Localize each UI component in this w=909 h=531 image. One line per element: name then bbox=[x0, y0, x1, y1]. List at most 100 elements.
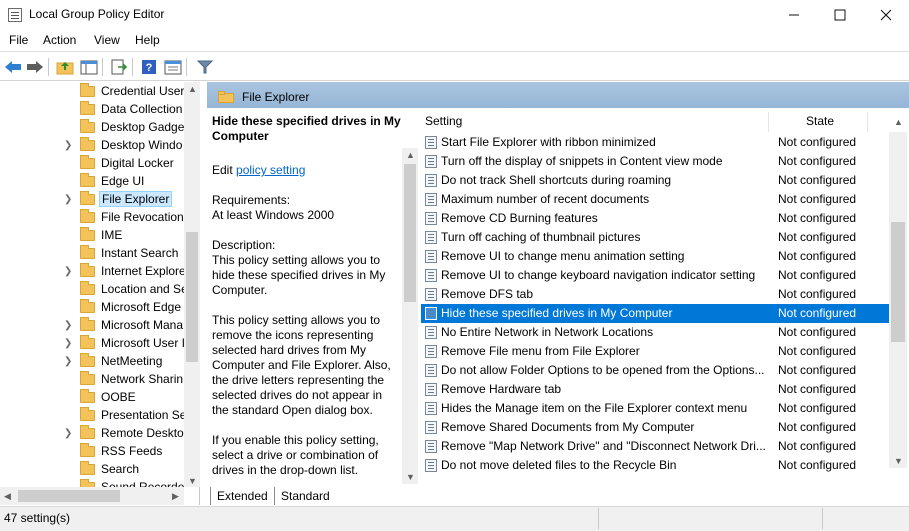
tree-item-label: Digital Locker bbox=[101, 156, 174, 170]
tree-item[interactable]: Desktop Gadget bbox=[0, 119, 184, 137]
tree-item[interactable]: Data Collection bbox=[0, 101, 184, 119]
tree-item[interactable]: ❯ Remote Desktop bbox=[0, 425, 184, 443]
tree-item[interactable]: ❯ Internet Explore bbox=[0, 263, 184, 281]
tree-item[interactable]: ❯ Microsoft User I bbox=[0, 335, 184, 353]
setting-name: Hide these specified drives in My Comput… bbox=[441, 306, 673, 320]
scroll-up-icon[interactable]: ▲ bbox=[894, 117, 903, 127]
scroll-up-icon[interactable]: ▲ bbox=[188, 84, 197, 94]
close-button[interactable] bbox=[863, 0, 909, 30]
tree-item-label: IME bbox=[101, 228, 123, 242]
scroll-down-icon[interactable]: ▼ bbox=[188, 476, 197, 486]
chevron-right-icon[interactable]: ❯ bbox=[64, 338, 72, 349]
table-row[interactable]: Do not track Shell shortcuts during roam… bbox=[421, 171, 889, 190]
description-scroll-thumb[interactable] bbox=[404, 164, 416, 302]
filter-icon bbox=[197, 60, 213, 74]
table-row[interactable]: Start File Explorer with ribbon minimize… bbox=[421, 133, 889, 152]
forward-button[interactable] bbox=[25, 57, 45, 77]
folder-icon bbox=[80, 371, 95, 385]
tree-item[interactable]: Credential User bbox=[0, 83, 184, 101]
folder-icon bbox=[80, 335, 95, 349]
table-row[interactable]: Turn off the display of snippets in Cont… bbox=[421, 152, 889, 171]
menu-help[interactable]: Help bbox=[135, 33, 160, 47]
tree-item[interactable]: Digital Locker bbox=[0, 155, 184, 173]
menu-file[interactable]: File bbox=[9, 33, 28, 47]
tree-item[interactable]: RSS Feeds bbox=[0, 443, 184, 461]
tree-hscroll-thumb[interactable] bbox=[18, 490, 120, 502]
minimize-button[interactable] bbox=[771, 0, 817, 30]
tree-item[interactable]: ❯ File Explorer bbox=[0, 191, 184, 209]
toolbar-separator bbox=[132, 58, 133, 76]
menu-view[interactable]: View bbox=[94, 33, 120, 47]
policy-title: Hide these specified drives in My Comput… bbox=[212, 114, 401, 143]
table-row[interactable]: Remove CD Burning features Not configured bbox=[421, 209, 889, 228]
table-row[interactable]: Do not allow Folder Options to be opened… bbox=[421, 361, 889, 380]
table-row[interactable]: Hide these specified drives in My Comput… bbox=[421, 304, 889, 323]
table-row[interactable]: Hides the Manage item on the File Explor… bbox=[421, 399, 889, 418]
show-hide-tree-button[interactable] bbox=[79, 57, 99, 77]
menu-action[interactable]: Action bbox=[43, 33, 76, 47]
chevron-right-icon[interactable]: ❯ bbox=[64, 356, 72, 367]
tree-item[interactable]: OOBE bbox=[0, 389, 184, 407]
scroll-down-icon[interactable]: ▼ bbox=[894, 456, 903, 466]
scroll-right-icon[interactable]: ▶ bbox=[172, 491, 179, 502]
tree-item[interactable]: Microsoft Edge bbox=[0, 299, 184, 317]
tree-item-label: Presentation Se bbox=[101, 408, 184, 422]
table-row[interactable]: Remove Hardware tab Not configured bbox=[421, 380, 889, 399]
chevron-right-icon[interactable]: ❯ bbox=[64, 194, 72, 205]
tree-item[interactable]: IME bbox=[0, 227, 184, 245]
setting-name: Hides the Manage item on the File Explor… bbox=[441, 401, 748, 415]
chevron-right-icon[interactable]: ❯ bbox=[64, 266, 72, 277]
tree-scroll-thumb[interactable] bbox=[186, 232, 198, 362]
filter-button[interactable] bbox=[195, 57, 215, 77]
tree-item[interactable]: Presentation Se bbox=[0, 407, 184, 425]
tree-item[interactable]: ❯ Microsoft Mana bbox=[0, 317, 184, 335]
tree-item[interactable]: Edge UI bbox=[0, 173, 184, 191]
tree-item[interactable]: Location and Se bbox=[0, 281, 184, 299]
folder-icon bbox=[80, 389, 95, 403]
tree-item[interactable]: Search bbox=[0, 461, 184, 479]
policy-setting-icon bbox=[425, 136, 437, 149]
up-one-level-button[interactable] bbox=[55, 57, 75, 77]
table-row[interactable]: Remove File menu from File Explorer Not c… bbox=[421, 342, 889, 361]
back-button[interactable] bbox=[3, 57, 23, 77]
table-row[interactable]: Do not move deleted files to the Recycle… bbox=[421, 456, 889, 475]
policy-setting-icon bbox=[425, 440, 437, 453]
setting-state: Not configured bbox=[778, 211, 857, 225]
tree-item[interactable]: File Revocation bbox=[0, 209, 184, 227]
tree-item[interactable]: Instant Search bbox=[0, 245, 184, 263]
folder-icon bbox=[80, 137, 95, 151]
table-row[interactable]: Maximum number of recent documents Not co… bbox=[421, 190, 889, 209]
policy-setting-link[interactable]: policy setting bbox=[236, 163, 305, 177]
policy-setting-icon bbox=[425, 459, 437, 472]
table-row[interactable]: Remove UI to change keyboard navigation … bbox=[421, 266, 889, 285]
table-row[interactable]: Turn off caching of thumbnail pictures No… bbox=[421, 228, 889, 247]
tree-item[interactable]: ❯ NetMeeting bbox=[0, 353, 184, 371]
tree-item[interactable]: ❯ Desktop Windo bbox=[0, 137, 184, 155]
title-bar: Local Group Policy Editor bbox=[0, 0, 909, 30]
scroll-down-icon[interactable]: ▼ bbox=[406, 472, 415, 482]
chevron-right-icon[interactable]: ❯ bbox=[64, 320, 72, 331]
table-row[interactable]: No Entire Network in Network Locations No… bbox=[421, 323, 889, 342]
tab-extended[interactable]: Extended bbox=[210, 487, 275, 505]
table-row[interactable]: Remove UI to change menu animation setti… bbox=[421, 247, 889, 266]
table-row[interactable]: Remove "Map Network Drive" and "Disconne… bbox=[421, 437, 889, 456]
policy-setting-icon bbox=[425, 307, 437, 320]
chevron-right-icon[interactable]: ❯ bbox=[64, 140, 72, 151]
maximize-button[interactable] bbox=[817, 0, 863, 30]
chevron-right-icon[interactable]: ❯ bbox=[64, 428, 72, 439]
export-list-button[interactable] bbox=[109, 57, 129, 77]
table-row[interactable]: Remove DFS tab Not configured bbox=[421, 285, 889, 304]
properties-button[interactable] bbox=[163, 57, 183, 77]
tree-item[interactable]: Network Sharin bbox=[0, 371, 184, 389]
scroll-left-icon[interactable]: ◀ bbox=[4, 491, 11, 502]
tree-item-label: Search bbox=[101, 462, 140, 476]
setting-state: Not configured bbox=[778, 306, 857, 320]
folder-icon bbox=[80, 173, 95, 187]
setting-name: Remove "Map Network Drive" and "Disconne… bbox=[441, 439, 766, 453]
help-button[interactable]: ? bbox=[139, 57, 159, 77]
tab-standard[interactable]: Standard bbox=[275, 487, 336, 505]
scroll-up-icon[interactable]: ▲ bbox=[406, 150, 415, 160]
list-scroll-thumb[interactable] bbox=[891, 222, 905, 342]
table-row[interactable]: Remove Shared Documents from My Computer… bbox=[421, 418, 889, 437]
console-tree: Credential User Data Collection Desktop Ga… bbox=[0, 82, 200, 505]
